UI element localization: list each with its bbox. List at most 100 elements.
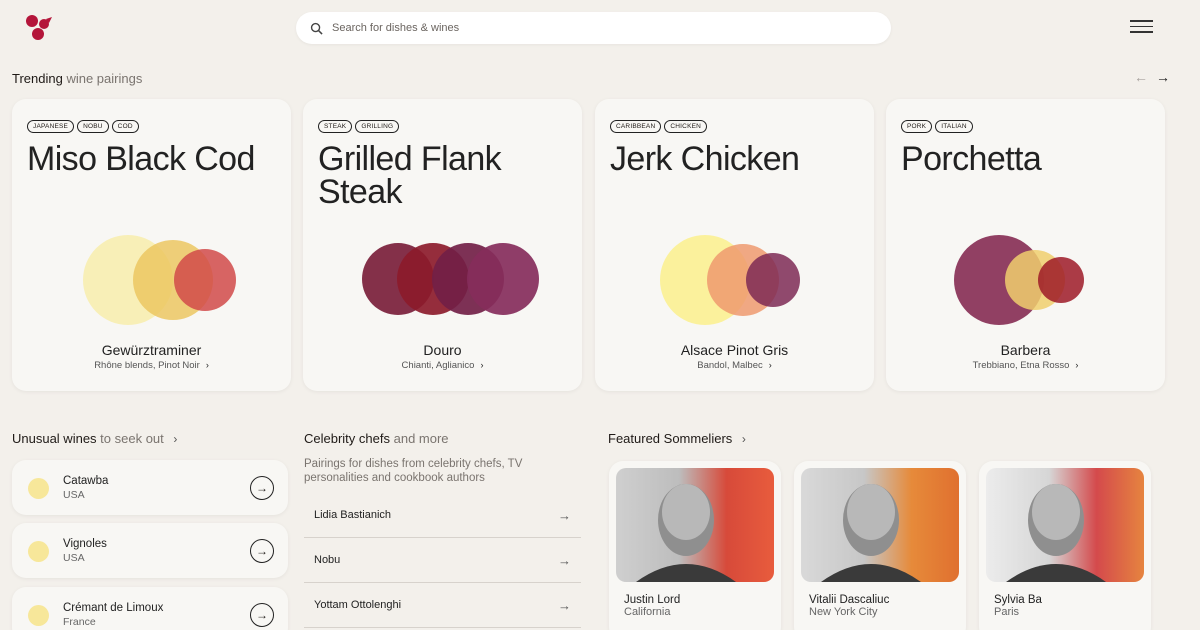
search-bar[interactable]: Search for dishes & wines	[296, 12, 891, 44]
arrow-left-icon[interactable]: ←	[1134, 70, 1148, 84]
tag-list: STEAK GRILLING	[318, 120, 400, 133]
portrait-silhouette	[821, 484, 921, 582]
wine-color-dot	[28, 605, 49, 626]
arrow-right-icon[interactable]: →	[1156, 70, 1170, 84]
sommelier-card[interactable]: Justin Lord California	[609, 461, 781, 630]
tag-chip[interactable]: NOBU	[77, 120, 109, 133]
sommelier-photo	[986, 468, 1144, 582]
wine-item-name: Vignoles	[63, 538, 107, 550]
wine-item-name: Catawba	[63, 475, 109, 487]
tag-chip[interactable]: CARIBBEAN	[610, 120, 662, 133]
chevron-right-icon: ›	[205, 360, 209, 370]
flavor-circle	[1038, 257, 1084, 303]
wine-item-country: USA	[63, 489, 85, 501]
tag-chip[interactable]: CHICKEN	[664, 120, 708, 133]
flavor-circle	[746, 253, 800, 307]
alternatives-text: Trebbiano, Etna Rosso	[972, 360, 1070, 371]
trending-title-strong: Trending	[12, 71, 63, 86]
sommelier-photo	[801, 468, 959, 582]
tag-chip[interactable]: JAPANESE	[27, 120, 75, 133]
tag-chip[interactable]: GRILLING	[355, 120, 400, 133]
unusual-wine-item[interactable]: Catawba USA →	[12, 460, 288, 515]
flavor-venn-diagram	[83, 235, 236, 325]
carousel-nav: ← →	[1134, 70, 1170, 84]
chef-name: Nobu	[314, 554, 341, 566]
arrow-right-icon: →	[558, 552, 571, 568]
chef-name: Yottam Ottolenghi	[314, 599, 402, 611]
chefs-title-muted: and more	[393, 431, 449, 446]
sommelier-location: Paris	[994, 606, 1020, 618]
portrait-silhouette	[1006, 484, 1106, 582]
unusual-wines-title[interactable]: Unusual wines to seek out ›	[12, 431, 177, 446]
trending-title-muted: wine pairings	[66, 71, 143, 86]
flavor-circle	[174, 249, 236, 311]
dish-title: Jerk Chicken	[610, 140, 800, 178]
search-placeholder: Search for dishes & wines	[332, 22, 460, 34]
flavor-circle	[467, 243, 539, 315]
sommeliers-title[interactable]: Featured Sommeliers ›	[608, 431, 746, 446]
wine-item-name: Crémant de Limoux	[63, 602, 164, 614]
tag-list: CARIBBEAN CHICKEN	[610, 120, 708, 133]
flavor-venn-diagram	[362, 243, 539, 315]
chef-list-item[interactable]: Yottam Ottolenghi →	[304, 583, 581, 628]
unusual-title-strong: Unusual wines	[12, 431, 97, 446]
wine-name: Alsace Pinot Gris	[680, 342, 789, 358]
chef-name: Lidia Bastianich	[314, 509, 392, 521]
alternatives-text: Rhône blends, Pinot Noir	[94, 360, 200, 371]
sommelier-card[interactable]: Vitalii Dascaliuc New York City	[794, 461, 966, 630]
wine-alternatives[interactable]: Rhône blends, Pinot Noir ›	[12, 360, 291, 371]
chef-list-item[interactable]: Nobu →	[304, 538, 581, 583]
arrow-right-icon[interactable]: →	[250, 539, 274, 563]
wine-item-country: France	[63, 616, 96, 628]
flavor-venn-diagram	[954, 235, 1084, 325]
tag-list: PORK ITALIAN	[901, 120, 973, 133]
pairing-card[interactable]: CARIBBEAN CHICKEN Jerk Chicken Alsace Pin…	[595, 99, 874, 391]
arrow-right-icon: →	[558, 507, 571, 523]
dish-title: Grilled Flank Steak	[318, 140, 502, 211]
portrait-silhouette	[636, 484, 736, 582]
pairing-card[interactable]: JAPANESE NOBU COD Miso Black Cod Gewürztra…	[12, 99, 291, 391]
trending-title: Trending wine pairings	[12, 71, 142, 86]
wine-alternatives[interactable]: Bandol, Malbec ›	[595, 360, 874, 371]
unusual-title-muted: to seek out	[100, 431, 164, 446]
chevron-right-icon: ›	[1075, 360, 1079, 370]
alternatives-text: Bandol, Malbec	[697, 360, 763, 371]
wine-name: Barbera	[1000, 342, 1051, 358]
pairing-card[interactable]: PORK ITALIAN Porchetta Barbera Trebbiano,…	[886, 99, 1165, 391]
chef-list-item[interactable]: Lidia Bastianich →	[304, 493, 581, 538]
logo-icon[interactable]	[24, 14, 54, 42]
wine-alternatives[interactable]: Chianti, Aglianico ›	[303, 360, 582, 371]
wine-item-country: USA	[63, 552, 85, 564]
tag-list: JAPANESE NOBU COD	[27, 120, 139, 133]
celebrity-chefs-title: Celebrity chefs and more	[304, 431, 449, 446]
unusual-wine-item[interactable]: Crémant de Limoux France →	[12, 587, 288, 630]
arrow-right-icon: →	[558, 597, 571, 613]
chevron-right-icon: ›	[480, 360, 484, 370]
wine-name: Douro	[423, 342, 462, 358]
chevron-right-icon: ›	[173, 432, 178, 446]
sommelier-name: Justin Lord	[624, 594, 681, 606]
wine-color-dot	[28, 541, 49, 562]
arrow-right-icon[interactable]: →	[250, 603, 274, 627]
sommelier-card[interactable]: Sylvia Ba Paris	[979, 461, 1151, 630]
sommelier-location: California	[624, 606, 671, 618]
hamburger-menu-icon[interactable]	[1130, 20, 1153, 35]
chevron-right-icon: ›	[768, 360, 772, 370]
unusual-wine-item[interactable]: Vignoles USA →	[12, 523, 288, 578]
sommeliers-title-text: Featured Sommeliers	[608, 431, 733, 446]
sommelier-photo	[616, 468, 774, 582]
dish-title: Miso Black Cod	[27, 140, 255, 178]
tag-chip[interactable]: COD	[111, 120, 139, 133]
tag-chip[interactable]: STEAK	[318, 120, 353, 133]
flavor-venn-diagram	[660, 235, 800, 325]
tag-chip[interactable]: PORK	[901, 120, 933, 133]
chevron-right-icon: ›	[741, 432, 746, 446]
search-icon	[310, 22, 323, 35]
wine-alternatives[interactable]: Trebbiano, Etna Rosso ›	[886, 360, 1165, 371]
tag-chip[interactable]: ITALIAN	[935, 120, 973, 133]
pairing-card[interactable]: STEAK GRILLING Grilled Flank Steak Douro …	[303, 99, 582, 391]
wine-color-dot	[28, 478, 49, 499]
chefs-title-strong: Celebrity chefs	[304, 431, 390, 446]
sommelier-name: Sylvia Ba	[994, 594, 1042, 606]
arrow-right-icon[interactable]: →	[250, 476, 274, 500]
